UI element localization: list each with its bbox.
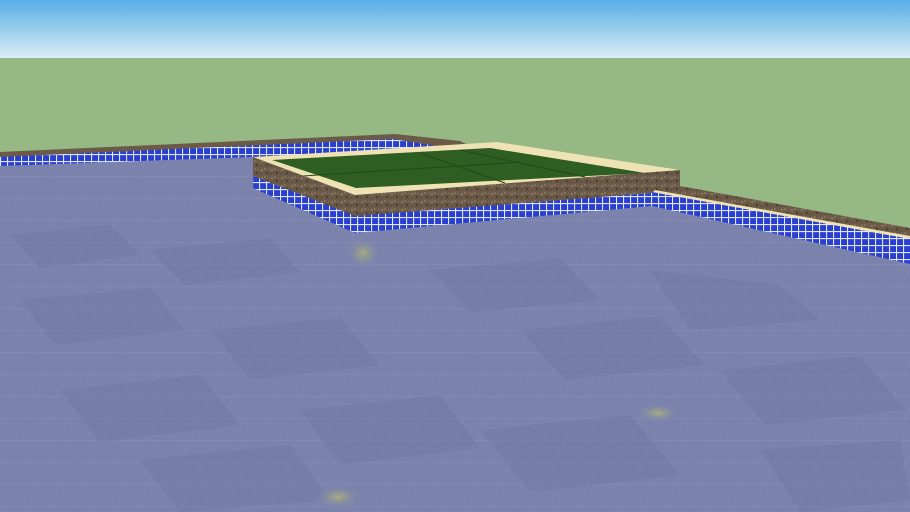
model-viewport[interactable] <box>0 0 910 512</box>
pool-light-spot <box>345 237 381 269</box>
pool-scene[interactable] <box>0 0 910 512</box>
pool-light-spot <box>636 403 680 423</box>
pool-light-spot <box>313 485 363 509</box>
sky <box>0 0 910 58</box>
